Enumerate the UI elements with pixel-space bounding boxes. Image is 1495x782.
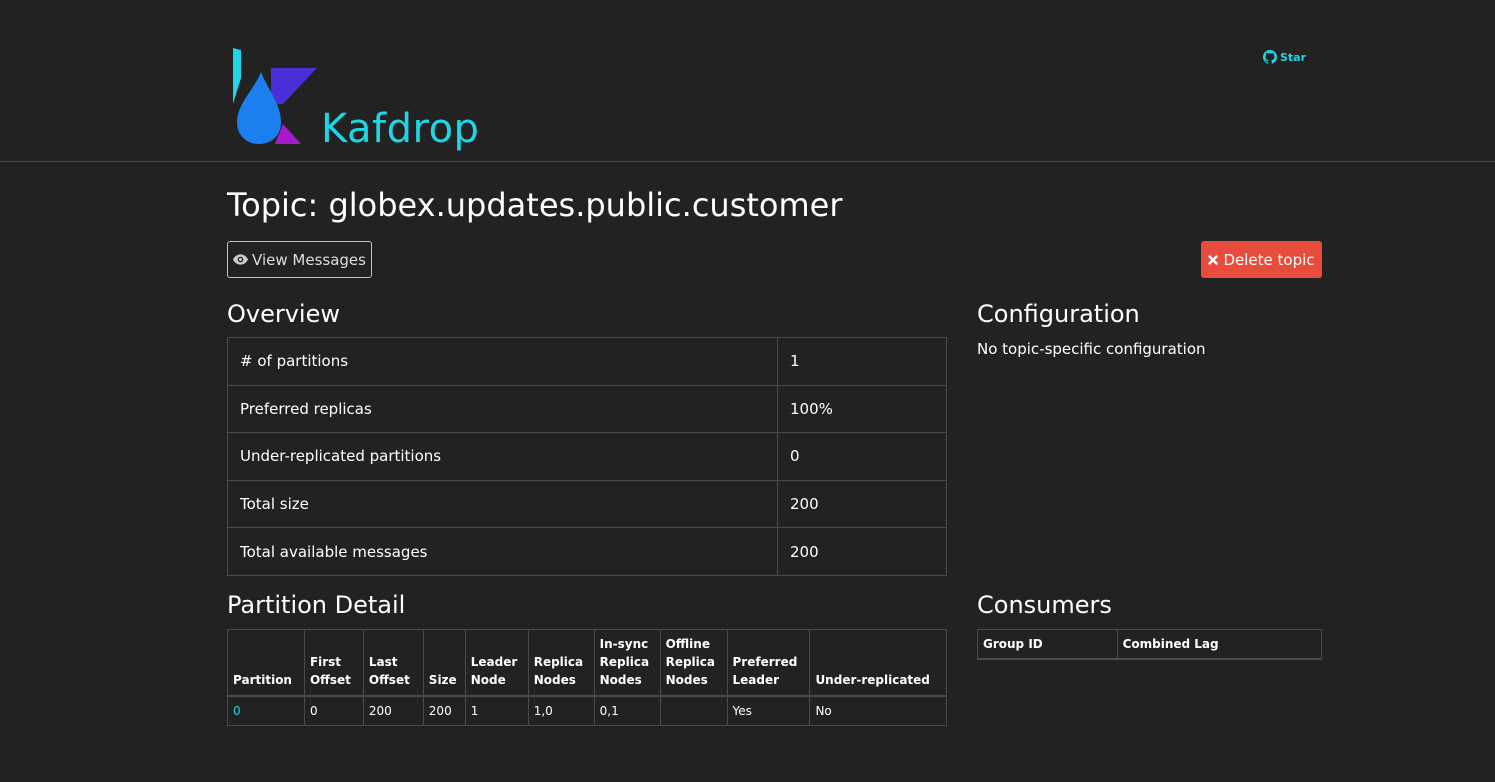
- brand-name[interactable]: Kafdrop: [321, 106, 479, 152]
- partition-cell: [659, 695, 728, 726]
- consumers-table: Group ID Combined Lag: [977, 629, 1323, 660]
- overview-value: 0: [777, 432, 947, 481]
- table-row: 0 0 200 200 1 1,0 0,1 Yes No: [227, 695, 947, 726]
- github-star-button[interactable]: Star: [1263, 50, 1306, 64]
- configuration-text: No topic-specific configuration: [977, 340, 1206, 358]
- partition-cell: 0,1: [593, 695, 661, 726]
- partition-cell: 0: [303, 695, 364, 726]
- partition-column-header: Leader Node: [464, 629, 529, 697]
- kafdrop-logo[interactable]: [231, 46, 321, 146]
- partition-cell: 200: [362, 695, 424, 726]
- partition-column-header: First Offset: [303, 629, 364, 697]
- overview-row: Total size 200: [227, 479, 947, 529]
- overview-label: # of partitions: [227, 337, 778, 386]
- overview-value: 200: [777, 527, 947, 576]
- partition-cell: 1: [464, 695, 529, 726]
- partition-detail-title: Partition Detail: [227, 591, 406, 619]
- consumers-column-header: Combined Lag: [1116, 629, 1323, 660]
- overview-value: 1: [777, 337, 947, 386]
- overview-value: 100%: [777, 384, 947, 434]
- partition-column-header: In-sync Replica Nodes: [593, 629, 661, 697]
- partition-column-header: Replica Nodes: [527, 629, 595, 697]
- partition-column-header: Preferred Leader: [726, 629, 811, 697]
- partition-column-header: Partition: [227, 629, 305, 697]
- partition-column-header: Size: [422, 629, 466, 697]
- partition-cell: 1,0: [527, 695, 595, 726]
- overview-row: Preferred replicas 100%: [227, 384, 947, 434]
- overview-row: # of partitions 1: [227, 337, 947, 386]
- view-messages-label: View Messages: [252, 250, 366, 269]
- overview-row: Total available messages 200: [227, 527, 947, 576]
- view-messages-button[interactable]: View Messages: [227, 241, 372, 278]
- overview-value: 200: [777, 479, 947, 529]
- header: Kafdrop Star: [0, 0, 1495, 162]
- eye-icon: [233, 254, 249, 265]
- partition-cell: No: [809, 695, 947, 726]
- delete-topic-label: Delete topic: [1223, 250, 1315, 269]
- consumers-column-header: Group ID: [977, 629, 1118, 660]
- configuration-title: Configuration: [977, 300, 1140, 328]
- page-title: Topic: globex.updates.public.customer: [227, 186, 843, 224]
- overview-label: Preferred replicas: [227, 384, 778, 434]
- partition-column-header: Offline Replica Nodes: [659, 629, 728, 697]
- consumers-title: Consumers: [977, 591, 1112, 619]
- github-icon: [1263, 50, 1277, 64]
- partition-cell: 0: [227, 695, 305, 726]
- partition-detail-table: Partition First Offset Last Offset Size Lead…: [227, 629, 947, 726]
- overview-label: Total size: [227, 479, 778, 529]
- partition-column-header: Under-replicated: [809, 629, 947, 697]
- overview-table: # of partitions 1 Preferred replicas 100% Un…: [227, 337, 947, 576]
- overview-row: Under-replicated partitions 0: [227, 432, 947, 481]
- github-star-label: Star: [1280, 50, 1307, 64]
- overview-label: Under-replicated partitions: [227, 432, 778, 481]
- partition-column-header: Last Offset: [362, 629, 424, 697]
- partition-link[interactable]: 0: [233, 704, 241, 718]
- partition-cell: 200: [422, 695, 466, 726]
- partition-cell: Yes: [726, 695, 811, 726]
- overview-label: Total available messages: [227, 527, 778, 576]
- close-icon: [1208, 254, 1219, 265]
- overview-title: Overview: [227, 300, 340, 328]
- delete-topic-button[interactable]: Delete topic: [1201, 241, 1322, 278]
